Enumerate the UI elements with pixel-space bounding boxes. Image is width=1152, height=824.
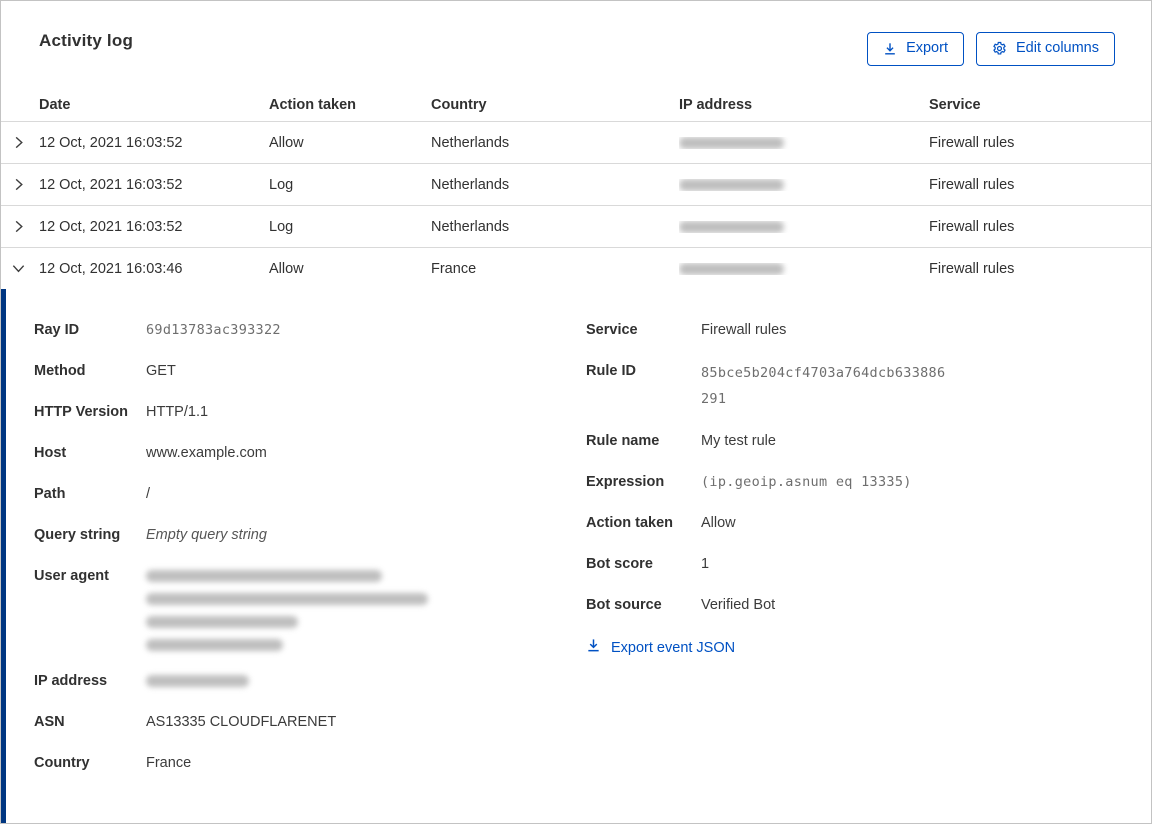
header-actions: Export Edit columns xyxy=(867,32,1115,66)
row-date: 12 Oct, 2021 16:03:52 xyxy=(39,134,183,151)
expression-value: (ip.geoip.asnum eq 13335) xyxy=(701,474,912,490)
table-row[interactable]: 12 Oct, 2021 16:03:52 Log Netherlands Fi… xyxy=(1,163,1151,205)
host-value: www.example.com xyxy=(146,445,267,461)
field-label: Host xyxy=(34,445,67,461)
row-action: Allow xyxy=(269,134,304,151)
row-service: Firewall rules xyxy=(929,176,1015,193)
event-detail-panel: Ray ID 69d13783ac393322 Method GET HTTP Ve… xyxy=(1,289,1151,823)
field-label: Query string xyxy=(34,527,121,543)
export-button-label: Export xyxy=(906,40,948,56)
field-label: Expression xyxy=(586,474,665,490)
method-value: GET xyxy=(146,363,176,379)
panel-header: Activity log Export Edit columns xyxy=(1,1,1151,88)
query-string-value: Empty query string xyxy=(146,527,267,543)
export-button[interactable]: Export xyxy=(867,32,964,66)
table-row[interactable]: 12 Oct, 2021 16:03:52 Allow Netherlands … xyxy=(1,121,1151,163)
row-date: 12 Oct, 2021 16:03:52 xyxy=(39,218,183,235)
row-date: 12 Oct, 2021 16:03:52 xyxy=(39,176,183,193)
bot-score-value: 1 xyxy=(701,556,710,572)
export-event-json-label: Export event JSON xyxy=(611,639,736,656)
row-action: Allow xyxy=(269,260,304,277)
field-label: Rule name xyxy=(586,433,660,449)
column-header-ip: IP address xyxy=(679,96,753,113)
field-label: Country xyxy=(34,755,90,771)
row-date: 12 Oct, 2021 16:03:46 xyxy=(39,260,183,277)
field-label: HTTP Version xyxy=(34,404,129,420)
redacted-ip-value xyxy=(679,220,784,233)
service-value: Firewall rules xyxy=(701,322,787,338)
field-label: Bot source xyxy=(586,597,662,613)
redacted-ip-value xyxy=(679,136,784,149)
chevron-right-icon[interactable] xyxy=(1,219,39,234)
country-value: France xyxy=(146,755,192,771)
redacted-user-agent-value xyxy=(146,565,428,662)
chevron-right-icon[interactable] xyxy=(1,135,39,150)
row-service: Firewall rules xyxy=(929,134,1015,151)
redacted-ip-value xyxy=(679,178,784,191)
page-title: Activity log xyxy=(39,31,134,50)
chevron-right-icon[interactable] xyxy=(1,177,39,192)
edit-columns-button[interactable]: Edit columns xyxy=(975,32,1115,66)
column-header-action: Action taken xyxy=(269,96,357,113)
field-label: Method xyxy=(34,363,86,379)
download-icon xyxy=(883,42,897,56)
event-detail-left-column: Ray ID 69d13783ac393322 Method GET HTTP Ve… xyxy=(34,319,586,823)
gear-icon xyxy=(992,41,1007,56)
activity-log-panel: Activity log Export Edit columns Date Ac… xyxy=(0,0,1152,824)
row-action: Log xyxy=(269,218,294,235)
row-country: Netherlands xyxy=(431,176,510,193)
redacted-ip-value xyxy=(146,675,249,687)
bot-source-value: Verified Bot xyxy=(701,597,776,613)
field-label: Bot score xyxy=(586,556,653,572)
column-header-country: Country xyxy=(431,96,487,113)
rule-id-value: 85bce5b204cf4703a764dcb633886291 xyxy=(701,365,946,407)
field-label: Action taken xyxy=(586,515,674,531)
http-version-value: HTTP/1.1 xyxy=(146,404,209,420)
table-header-row: Date Action taken Country IP address Ser… xyxy=(1,88,1151,121)
row-country: Netherlands xyxy=(431,218,510,235)
asn-value: AS13335 CLOUDFLARENET xyxy=(146,714,337,730)
chevron-down-icon[interactable] xyxy=(1,261,39,276)
row-action: Log xyxy=(269,176,294,193)
field-label: ASN xyxy=(34,714,65,730)
row-service: Firewall rules xyxy=(929,218,1015,235)
rule-name-value: My test rule xyxy=(701,433,776,449)
download-icon xyxy=(586,638,601,657)
action-taken-value: Allow xyxy=(701,515,736,531)
field-label: Path xyxy=(34,486,66,502)
field-label: Rule ID xyxy=(586,363,636,379)
table-row-expanded[interactable]: 12 Oct, 2021 16:03:46 Allow France Firew… xyxy=(1,247,1151,289)
table-row[interactable]: 12 Oct, 2021 16:03:52 Log Netherlands Fi… xyxy=(1,205,1151,247)
column-header-date: Date xyxy=(39,96,71,113)
edit-columns-button-label: Edit columns xyxy=(1015,40,1099,56)
row-country: Netherlands xyxy=(431,134,510,151)
export-event-json-link[interactable]: Export event JSON xyxy=(586,638,735,657)
row-service: Firewall rules xyxy=(929,260,1015,277)
field-label: Service xyxy=(586,322,638,338)
field-label: IP address xyxy=(34,673,108,689)
column-header-service: Service xyxy=(929,96,981,113)
event-detail-right-column: Service Firewall rules Rule ID 85bce5b204c… xyxy=(586,319,1106,823)
redacted-ip-value xyxy=(679,262,784,275)
row-country: France xyxy=(431,260,477,277)
field-label: User agent xyxy=(34,568,109,584)
ray-id-value: 69d13783ac393322 xyxy=(146,322,281,338)
path-value: / xyxy=(146,486,151,502)
activity-log-table: Date Action taken Country IP address Ser… xyxy=(1,88,1151,289)
field-label: Ray ID xyxy=(34,322,80,338)
